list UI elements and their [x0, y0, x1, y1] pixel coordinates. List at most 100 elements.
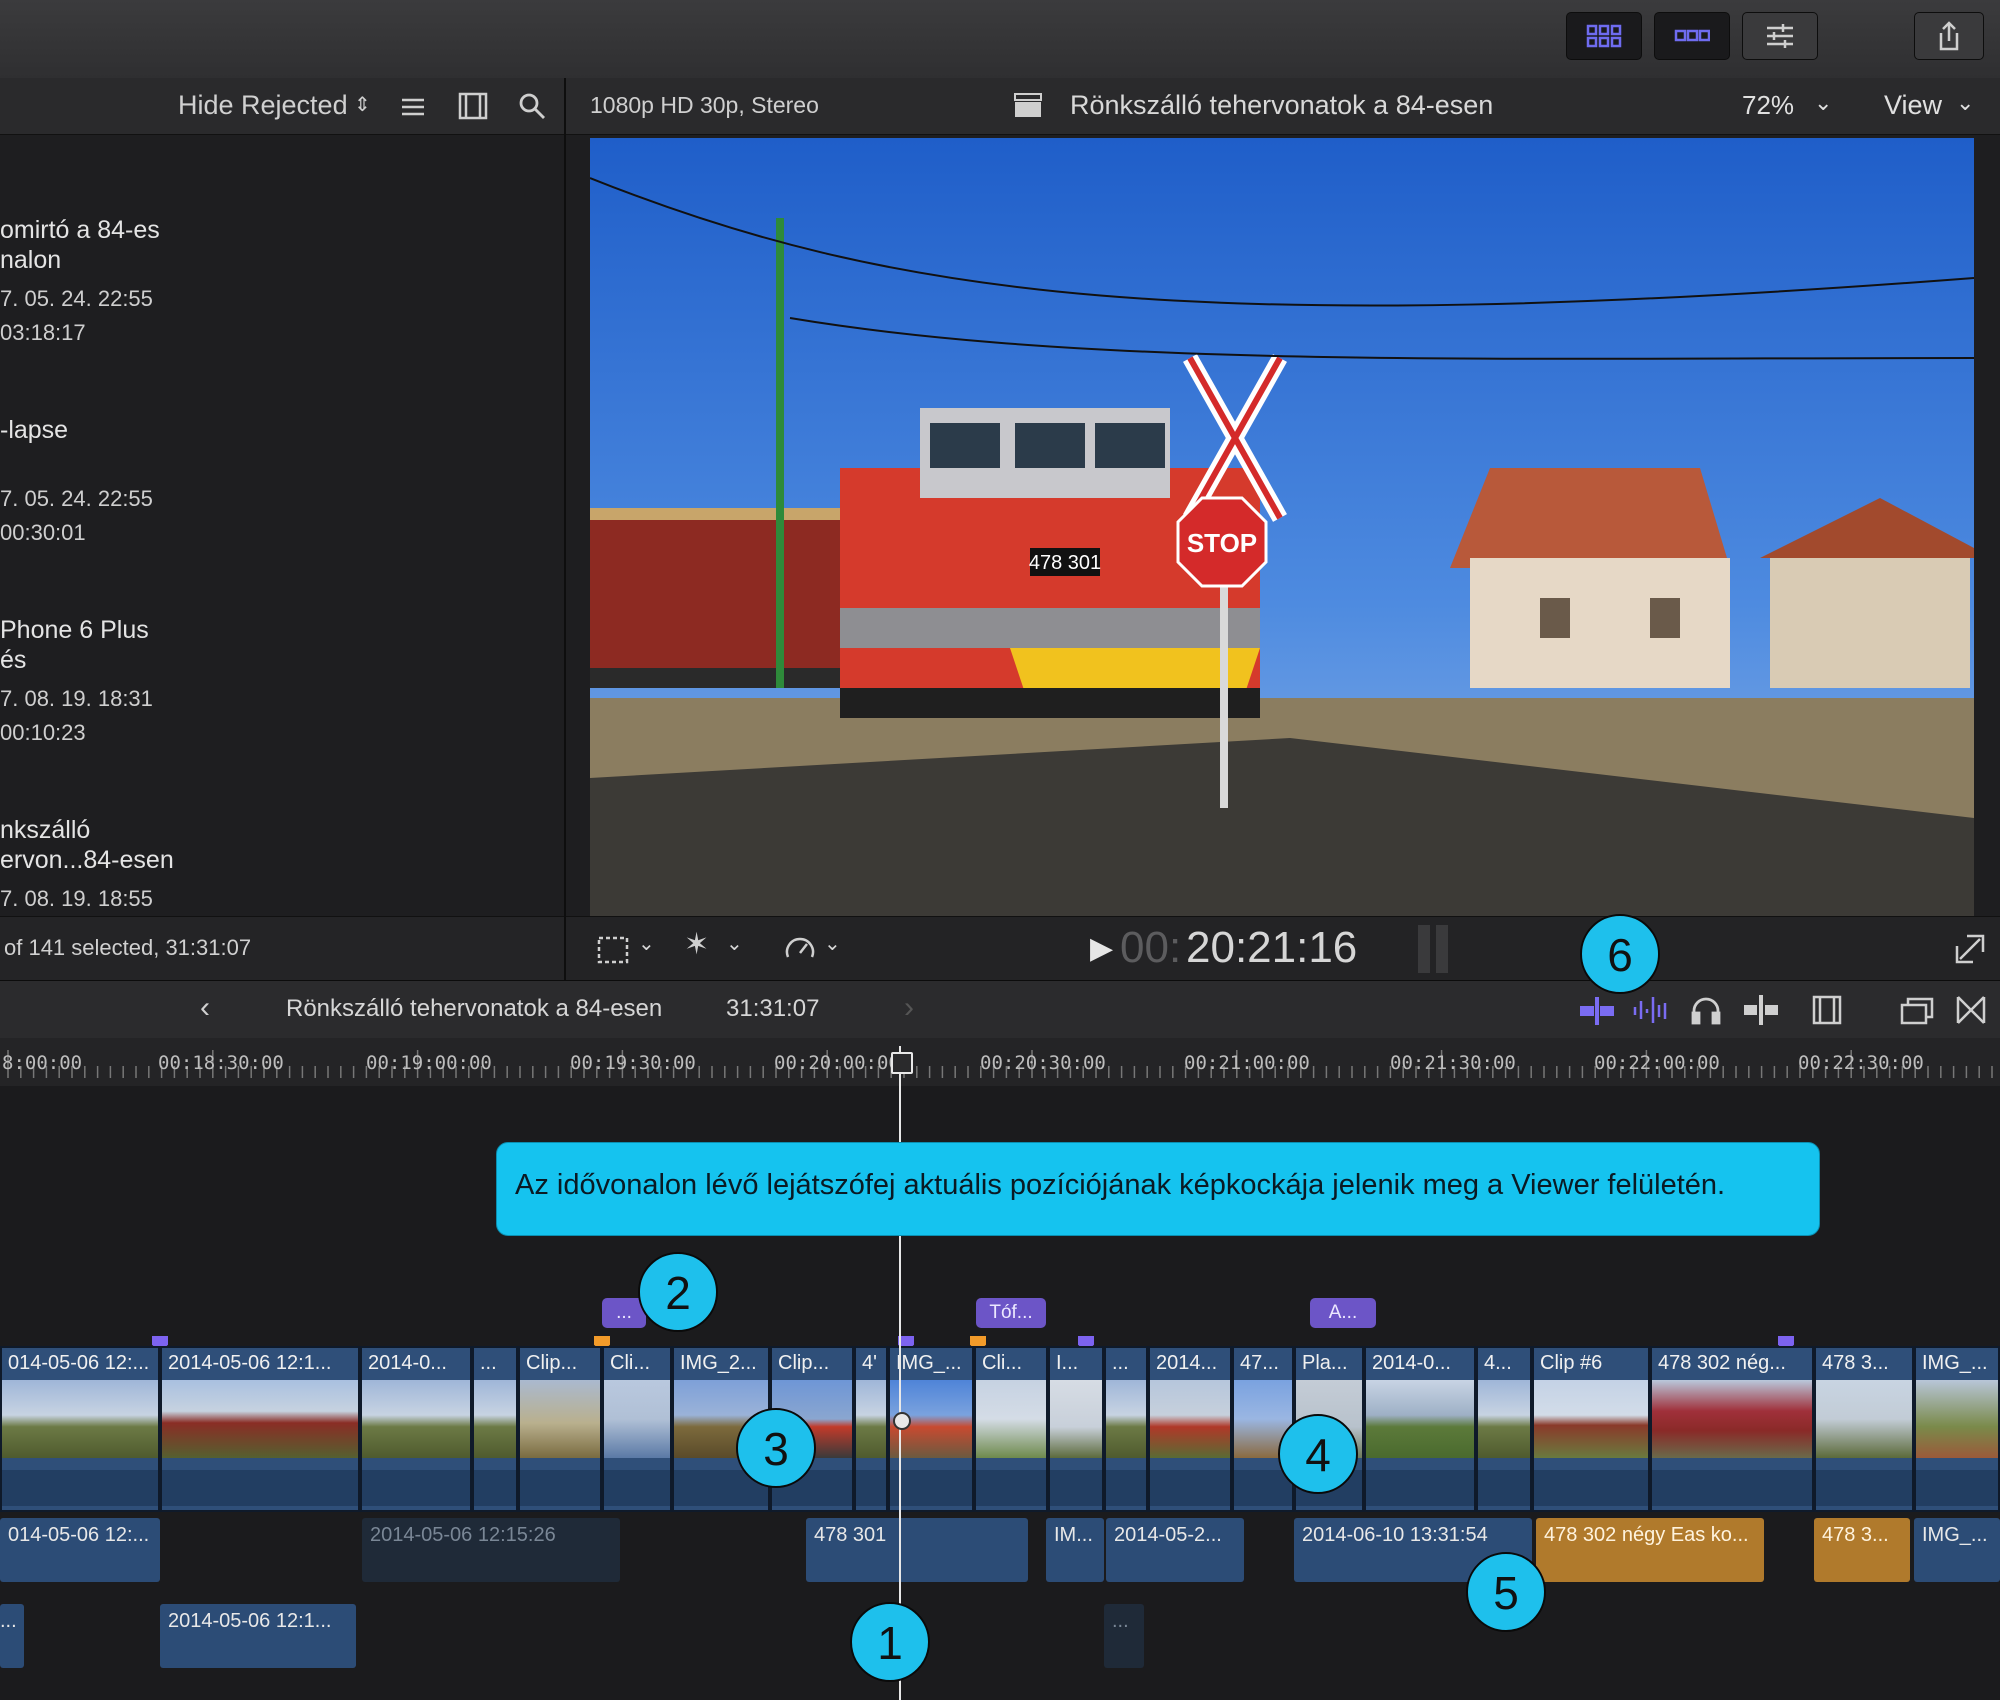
timeline-clip[interactable]: Cli...: [974, 1346, 1048, 1512]
browser-item-1-date: 7. 05. 24. 22:55: [0, 286, 153, 311]
grid-icon: [1586, 24, 1622, 48]
connected-clip[interactable]: 2014-05-06 12:1...: [160, 1604, 356, 1668]
loco-number: 478 301: [1029, 552, 1101, 574]
connected-audio-clip[interactable]: 478 3...: [1814, 1518, 1910, 1582]
ruler-label: 00:22:00:00: [1594, 1052, 1720, 1074]
timeline-clip[interactable]: 2014...: [1148, 1346, 1232, 1512]
connected-audio-clip[interactable]: 478 302 négy Eas ko...: [1536, 1518, 1764, 1582]
inspector-toggle-button[interactable]: [1742, 12, 1818, 60]
timeline-clip[interactable]: Clip #6: [1532, 1346, 1650, 1512]
selection-status: of 141 selected, 31:31:07: [4, 935, 252, 960]
connected-clip[interactable]: 2014-05-06 12:15:26: [362, 1518, 620, 1582]
browser-item-4-title2: ervon...84-esen: [0, 846, 174, 874]
timeline-toggle-button[interactable]: [1654, 12, 1730, 60]
timeline-clip[interactable]: 47...: [1232, 1346, 1294, 1512]
timeline-icon: [1674, 29, 1710, 42]
connected-clip[interactable]: ...: [0, 1604, 24, 1668]
audio-skimming-icon[interactable]: [1632, 995, 1670, 1025]
timeline-clip[interactable]: 478 3...: [1814, 1346, 1914, 1512]
stop-sign-text: STOP: [1187, 528, 1257, 558]
browser-item-4-date: 7. 08. 19. 18:55: [0, 886, 153, 911]
browser-header: Hide Rejected ⇕: [0, 78, 564, 135]
keyword-tag[interactable]: Tóf...: [976, 1298, 1046, 1328]
timeline-clip[interactable]: 2014-0...: [1364, 1346, 1476, 1512]
snapping-icon[interactable]: [1742, 995, 1780, 1025]
lamp-post: [776, 218, 784, 688]
timeline-clip[interactable]: 2014-0...: [360, 1346, 472, 1512]
timeline-header: ‹ Rönkszálló tehervonatok a 84-esen 31:3…: [0, 980, 2000, 1040]
browser-item-1-title[interactable]: omirtó a 84-es: [0, 216, 160, 245]
viewer-footer: ⌄ ✶ ⌄ ⌄ ▶ 00: 20:21:16: [566, 916, 2000, 981]
play-button[interactable]: ▶: [1090, 931, 1113, 966]
retime-chevron-icon[interactable]: ⌄: [824, 931, 841, 956]
ruler-label: 00:21:30:00: [1390, 1052, 1516, 1074]
annotation-badge-1: 1: [850, 1602, 930, 1682]
zoom-level[interactable]: 72%: [1742, 90, 1794, 121]
forward-chevron-icon[interactable]: ›: [904, 991, 914, 1025]
filmstrip-icon[interactable]: [458, 92, 488, 120]
speedometer-icon[interactable]: [784, 933, 816, 965]
timeline-clip[interactable]: IMG_...: [1914, 1346, 2000, 1512]
libraries-toggle-button[interactable]: [1566, 12, 1642, 60]
sliders-icon: [1767, 24, 1793, 48]
connected-clip[interactable]: 478 301: [806, 1518, 1028, 1582]
browser-item-4-title[interactable]: nkszálló: [0, 816, 90, 845]
timeline-clip[interactable]: 014-05-06 12:...: [0, 1346, 160, 1512]
viewer-header: 1080p HD 30p, Stereo Rönkszálló tehervon…: [566, 78, 2000, 135]
timeline-ruler[interactable]: 8:00:00 00:18:30:00 00:19:00:00 00:19:30…: [0, 1038, 2000, 1087]
clip-appearance-icon[interactable]: [1812, 995, 1842, 1025]
filter-chevron-icon[interactable]: ⇕: [354, 92, 371, 117]
connected-clip[interactable]: ...: [1104, 1604, 1144, 1668]
fullscreen-icon[interactable]: [1954, 933, 1986, 965]
connected-clip[interactable]: 014-05-06 12:...: [0, 1518, 160, 1582]
timeline-clip[interactable]: I...: [1048, 1346, 1104, 1512]
headphones-icon[interactable]: [1690, 995, 1722, 1025]
connected-clip[interactable]: 2014-05-2...: [1106, 1518, 1244, 1582]
timeline-clip[interactable]: 4': [854, 1346, 888, 1512]
timeline-clip[interactable]: 2014-05-06 12:1...: [160, 1346, 360, 1512]
connected-clip[interactable]: IM...: [1046, 1518, 1104, 1582]
browser-item-3-date: 7. 08. 19. 18:31: [0, 686, 153, 711]
annotation-badge-5: 5: [1466, 1552, 1546, 1632]
browser-item-3-title[interactable]: Phone 6 Plus: [0, 616, 149, 645]
connected-clip[interactable]: IMG_...: [1914, 1518, 2000, 1582]
timeline-clip[interactable]: ...: [1104, 1346, 1148, 1512]
skimming-icon[interactable]: [1578, 997, 1616, 1025]
ruler-label: 00:22:30:00: [1798, 1052, 1924, 1074]
transform-icon[interactable]: [596, 935, 630, 965]
ruler-label: 00:19:30:00: [570, 1052, 696, 1074]
playhead-handle[interactable]: [891, 1052, 913, 1074]
app-toolbar: [0, 0, 2000, 79]
annotation-badge-6: 6: [1580, 914, 1660, 994]
browser-item-2-title[interactable]: -lapse: [0, 416, 68, 445]
timeline-clip[interactable]: Cli...: [602, 1346, 672, 1512]
timeline-clip[interactable]: ...: [472, 1346, 518, 1512]
search-icon[interactable]: [518, 92, 546, 120]
timeline-project-name: Rönkszálló tehervonatok a 84-esen: [286, 995, 663, 1022]
timeline-index-icon[interactable]: [1900, 995, 1934, 1025]
viewer-title: Rönkszálló tehervonatok a 84-esen: [1070, 90, 1494, 120]
share-button[interactable]: [1914, 12, 1984, 60]
effects-browser-icon[interactable]: [1956, 995, 1986, 1025]
view-chevron-icon[interactable]: ⌄: [1956, 90, 1974, 116]
keyword-tag[interactable]: A...: [1310, 1298, 1376, 1328]
magic-wand-icon[interactable]: ✶: [684, 927, 709, 962]
browser-item-3-title2: és: [0, 646, 27, 674]
hide-rejected-filter[interactable]: Hide Rejected: [178, 90, 348, 121]
clapper-icon: [1014, 93, 1042, 117]
zoom-chevron-icon[interactable]: ⌄: [1814, 90, 1832, 116]
view-menu[interactable]: View: [1884, 90, 1942, 121]
timeline-duration: 31:31:07: [726, 995, 820, 1022]
transform-chevron-icon[interactable]: ⌄: [638, 931, 655, 956]
list-view-icon[interactable]: [400, 96, 426, 118]
audio-meter-right: [1436, 925, 1448, 973]
annotation-badge-4: 4: [1278, 1414, 1358, 1494]
format-label: 1080p HD 30p, Stereo: [590, 92, 819, 118]
ruler-label: 00:20:30:00: [980, 1052, 1106, 1074]
back-chevron-icon[interactable]: ‹: [200, 991, 210, 1025]
timeline-clip[interactable]: 478 302 nég...: [1650, 1346, 1814, 1512]
enhance-chevron-icon[interactable]: ⌄: [726, 931, 743, 956]
timeline-clip[interactable]: Clip...: [518, 1346, 602, 1512]
timeline-clip[interactable]: 4...: [1476, 1346, 1532, 1512]
share-icon: [1939, 21, 1959, 51]
